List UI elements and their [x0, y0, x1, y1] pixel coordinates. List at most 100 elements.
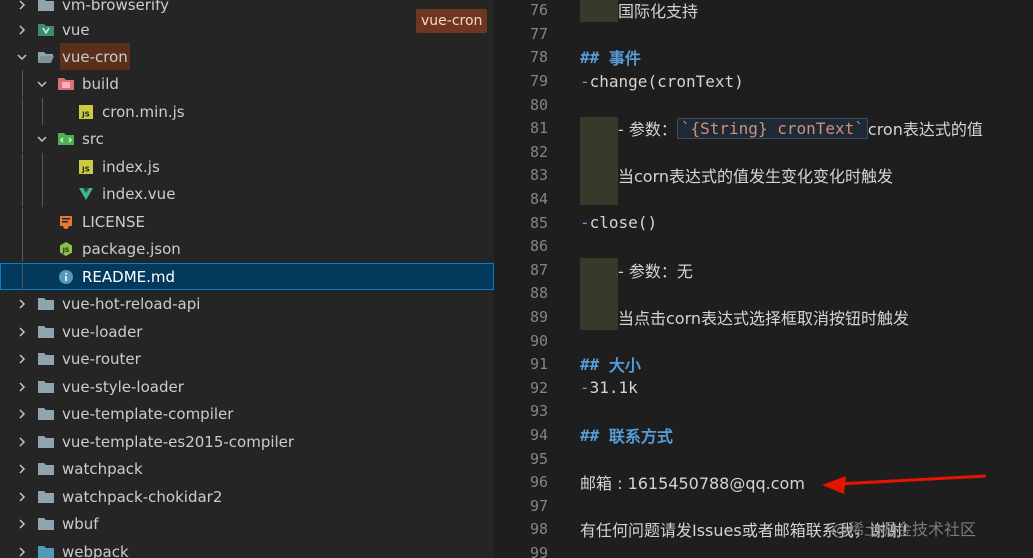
indent-guide: [22, 98, 23, 125]
line-number: 80: [529, 95, 548, 114]
folder-icon: [36, 510, 56, 537]
hover-tooltip: vue-cron: [416, 9, 488, 33]
chevron-right-icon[interactable]: [14, 318, 30, 345]
indent-guide: [22, 153, 23, 180]
line-number: 96: [529, 473, 548, 492]
chevron-right-icon[interactable]: [14, 483, 30, 510]
line-number: 99: [529, 544, 548, 558]
chevron-right-icon[interactable]: [14, 290, 30, 317]
line-number: 78: [529, 48, 548, 67]
editor-line[interactable]: 81 - 参数： `{String} cronText` cron表达式的值: [494, 117, 1033, 141]
chevron-right-icon[interactable]: [14, 345, 30, 372]
folder-icon: [36, 345, 56, 372]
tree-item-vue-template-es2015-compiler[interactable]: vue-template-es2015-compiler: [0, 428, 494, 455]
line-content: ## 事件: [580, 46, 641, 70]
editor-line[interactable]: 83 当corn表达式的值发生变化变化时触发: [494, 164, 1033, 188]
svg-text:JS: JS: [62, 247, 70, 254]
indent-guide: [22, 263, 23, 290]
tree-item-webpack[interactable]: webpack: [0, 538, 494, 558]
tree-item-license[interactable]: LICENSE: [0, 208, 494, 235]
tree-item-readme-md[interactable]: README.md: [0, 263, 494, 290]
line-number: 95: [529, 449, 548, 468]
tree-item-watchpack-chokidar2[interactable]: watchpack-chokidar2: [0, 483, 494, 510]
editor-line[interactable]: 99: [494, 541, 1033, 558]
tree-item-watchpack[interactable]: watchpack: [0, 455, 494, 482]
editor-line[interactable]: 89 当点击corn表达式选择框取消按钮时触发: [494, 305, 1033, 329]
line-number: 89: [529, 308, 548, 327]
chevron-right-icon[interactable]: [14, 538, 30, 558]
chevron-right-icon[interactable]: [14, 510, 30, 537]
plain-text: 邮箱 : 1615450788@qq.com: [580, 474, 805, 494]
tree-item-vue-hot-reload-api[interactable]: vue-hot-reload-api: [0, 290, 494, 317]
build-folder-icon: [56, 70, 76, 97]
line-number: 94: [529, 426, 548, 445]
tree-item-label: webpack: [62, 542, 129, 558]
line-number: 83: [529, 166, 548, 185]
line-content: 当corn表达式的值发生变化变化时触发: [618, 164, 893, 188]
indent-guide: [42, 98, 43, 125]
tree-item-build[interactable]: build: [0, 70, 494, 97]
editor-line[interactable]: 90: [494, 329, 1033, 353]
tree-item-vue-style-loader[interactable]: vue-style-loader: [0, 373, 494, 400]
editor-line[interactable]: 87 - 参数：无: [494, 258, 1033, 282]
list-marker: -: [580, 71, 590, 91]
editor-line[interactable]: 88: [494, 282, 1033, 306]
tree-item-vue-router[interactable]: vue-router: [0, 345, 494, 372]
tree-item-index-js[interactable]: JS index.js: [0, 153, 494, 180]
tree-item-vue-loader[interactable]: vue-loader: [0, 318, 494, 345]
tree-item-src[interactable]: src: [0, 125, 494, 152]
editor-line[interactable]: 85 - close(): [494, 211, 1033, 235]
editor-line[interactable]: 84: [494, 187, 1033, 211]
chevron-down-icon[interactable]: [34, 125, 50, 152]
line-number: 90: [529, 331, 548, 350]
indent-guide: [42, 180, 43, 207]
tree-item-label: index.js: [102, 157, 160, 176]
tree-item-index-vue[interactable]: index.vue: [0, 180, 494, 207]
folder-icon: [36, 455, 56, 482]
folder-icon: [36, 318, 56, 345]
editor-line[interactable]: 77: [494, 22, 1033, 46]
editor-line[interactable]: 79 - change(cronText): [494, 69, 1033, 93]
tree-item-label: vue-loader: [62, 322, 143, 341]
editor-line[interactable]: 78 ## 事件: [494, 46, 1033, 70]
editor-line[interactable]: 80: [494, 93, 1033, 117]
indent-guide: [22, 70, 23, 97]
editor-line[interactable]: 82: [494, 140, 1033, 164]
indented-text: 国际化支持: [618, 2, 699, 22]
editor-line[interactable]: 86: [494, 235, 1033, 259]
tree-item-label: vue-style-loader: [62, 377, 184, 396]
line-content: 当点击corn表达式选择框取消按钮时触发: [618, 305, 909, 329]
chevron-down-icon[interactable]: [14, 43, 30, 70]
editor-line[interactable]: 97: [494, 494, 1033, 518]
chevron-right-icon[interactable]: [14, 455, 30, 482]
editor-line[interactable]: 94 ## 联系方式: [494, 423, 1033, 447]
param-label: - 参数：: [618, 120, 677, 140]
indent-guide: [22, 208, 23, 235]
line-number: 97: [529, 496, 548, 515]
chevron-right-icon[interactable]: [14, 16, 30, 43]
tree-item-wbuf[interactable]: wbuf: [0, 510, 494, 537]
chevron-down-icon[interactable]: [34, 70, 50, 97]
js-file-icon: JS: [76, 98, 96, 125]
line-content: - 参数： `{String} cronText` cron表达式的值: [618, 117, 983, 141]
editor-line[interactable]: 91 ## 大小: [494, 353, 1033, 377]
folder-icon: [36, 483, 56, 510]
editor-line[interactable]: 92 - 31.1k: [494, 376, 1033, 400]
src-folder-icon: [56, 125, 76, 152]
editor-line[interactable]: 76 国际化支持: [494, 0, 1033, 22]
chevron-right-icon[interactable]: [14, 400, 30, 427]
heading-marker: ##: [580, 47, 600, 67]
tree-item-package-json[interactable]: JS package.json: [0, 235, 494, 262]
editor-line[interactable]: 95: [494, 447, 1033, 471]
editor-line[interactable]: 93: [494, 400, 1033, 424]
folder-icon: [36, 373, 56, 400]
tree-item-cron-min-js[interactable]: JS cron.min.js: [0, 98, 494, 125]
tree-item-label: vue: [62, 20, 90, 39]
chevron-right-icon[interactable]: [14, 373, 30, 400]
chevron-right-icon[interactable]: [14, 428, 30, 455]
tree-item-vue-template-compiler[interactable]: vue-template-compiler: [0, 400, 494, 427]
js-file-icon: JS: [76, 153, 96, 180]
line-content: - 参数：无: [618, 258, 693, 282]
tree-item-vue-cron[interactable]: vue-cron: [0, 43, 494, 70]
tree-item-label: vue-router: [62, 349, 141, 368]
